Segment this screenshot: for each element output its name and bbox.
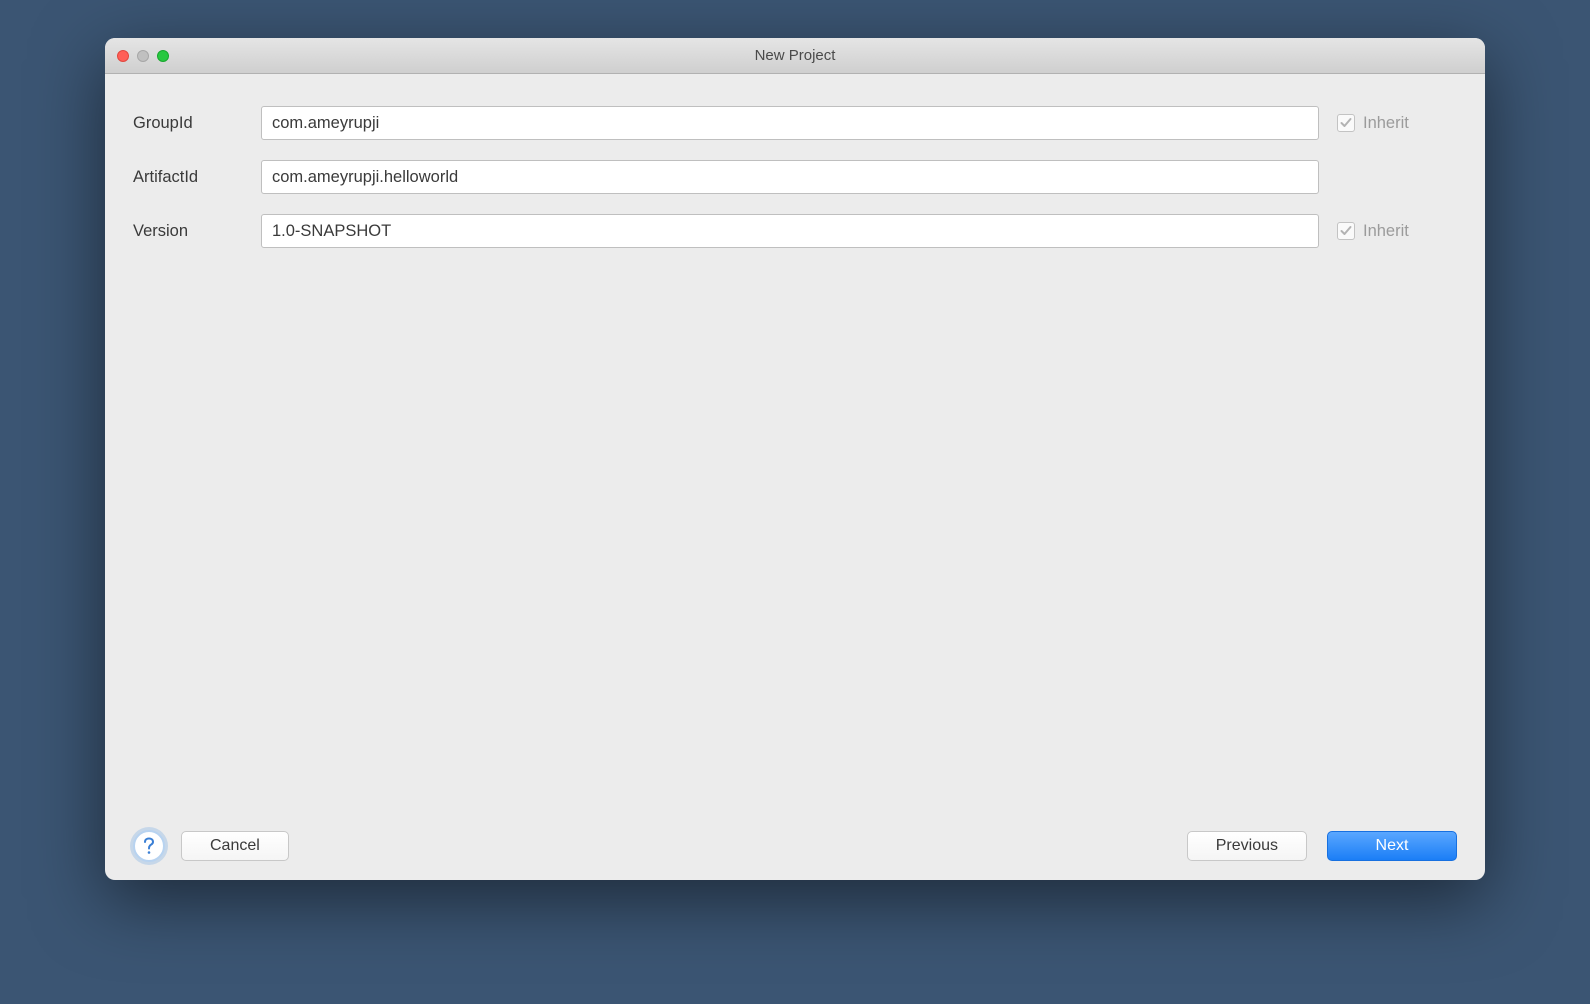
help-icon — [142, 837, 156, 855]
artifact-id-row: ArtifactId — [133, 160, 1457, 194]
group-id-label: GroupId — [133, 114, 261, 133]
version-label: Version — [133, 222, 261, 241]
window-title: New Project — [105, 47, 1485, 64]
next-button[interactable]: Next — [1327, 831, 1457, 861]
new-project-dialog: New Project GroupId Inherit ArtifactId — [105, 38, 1485, 880]
cancel-button[interactable]: Cancel — [181, 831, 289, 861]
artifact-id-label: ArtifactId — [133, 168, 261, 187]
version-row: Version Inherit — [133, 214, 1457, 248]
group-id-row: GroupId Inherit — [133, 106, 1457, 140]
minimize-icon — [137, 50, 149, 62]
version-input[interactable] — [261, 214, 1319, 248]
previous-button[interactable]: Previous — [1187, 831, 1307, 861]
footer-right-buttons: Previous Next — [1187, 831, 1457, 861]
group-id-inherit: Inherit — [1337, 114, 1457, 133]
dialog-footer: Cancel Previous Next — [133, 812, 1457, 862]
maven-coord-form: GroupId Inherit ArtifactId Version — [133, 106, 1457, 248]
group-id-input[interactable] — [261, 106, 1319, 140]
titlebar: New Project — [105, 38, 1485, 74]
close-icon[interactable] — [117, 50, 129, 62]
checkmark-icon — [1340, 225, 1352, 237]
artifact-id-input[interactable] — [261, 160, 1319, 194]
version-inherit-checkbox — [1337, 222, 1355, 240]
traffic-lights — [105, 50, 169, 62]
dialog-content: GroupId Inherit ArtifactId Version — [105, 74, 1485, 880]
group-id-inherit-checkbox — [1337, 114, 1355, 132]
checkmark-icon — [1340, 117, 1352, 129]
group-id-inherit-label: Inherit — [1363, 114, 1409, 133]
version-inherit: Inherit — [1337, 222, 1457, 241]
help-button[interactable] — [133, 830, 165, 862]
version-inherit-label: Inherit — [1363, 222, 1409, 241]
maximize-icon[interactable] — [157, 50, 169, 62]
